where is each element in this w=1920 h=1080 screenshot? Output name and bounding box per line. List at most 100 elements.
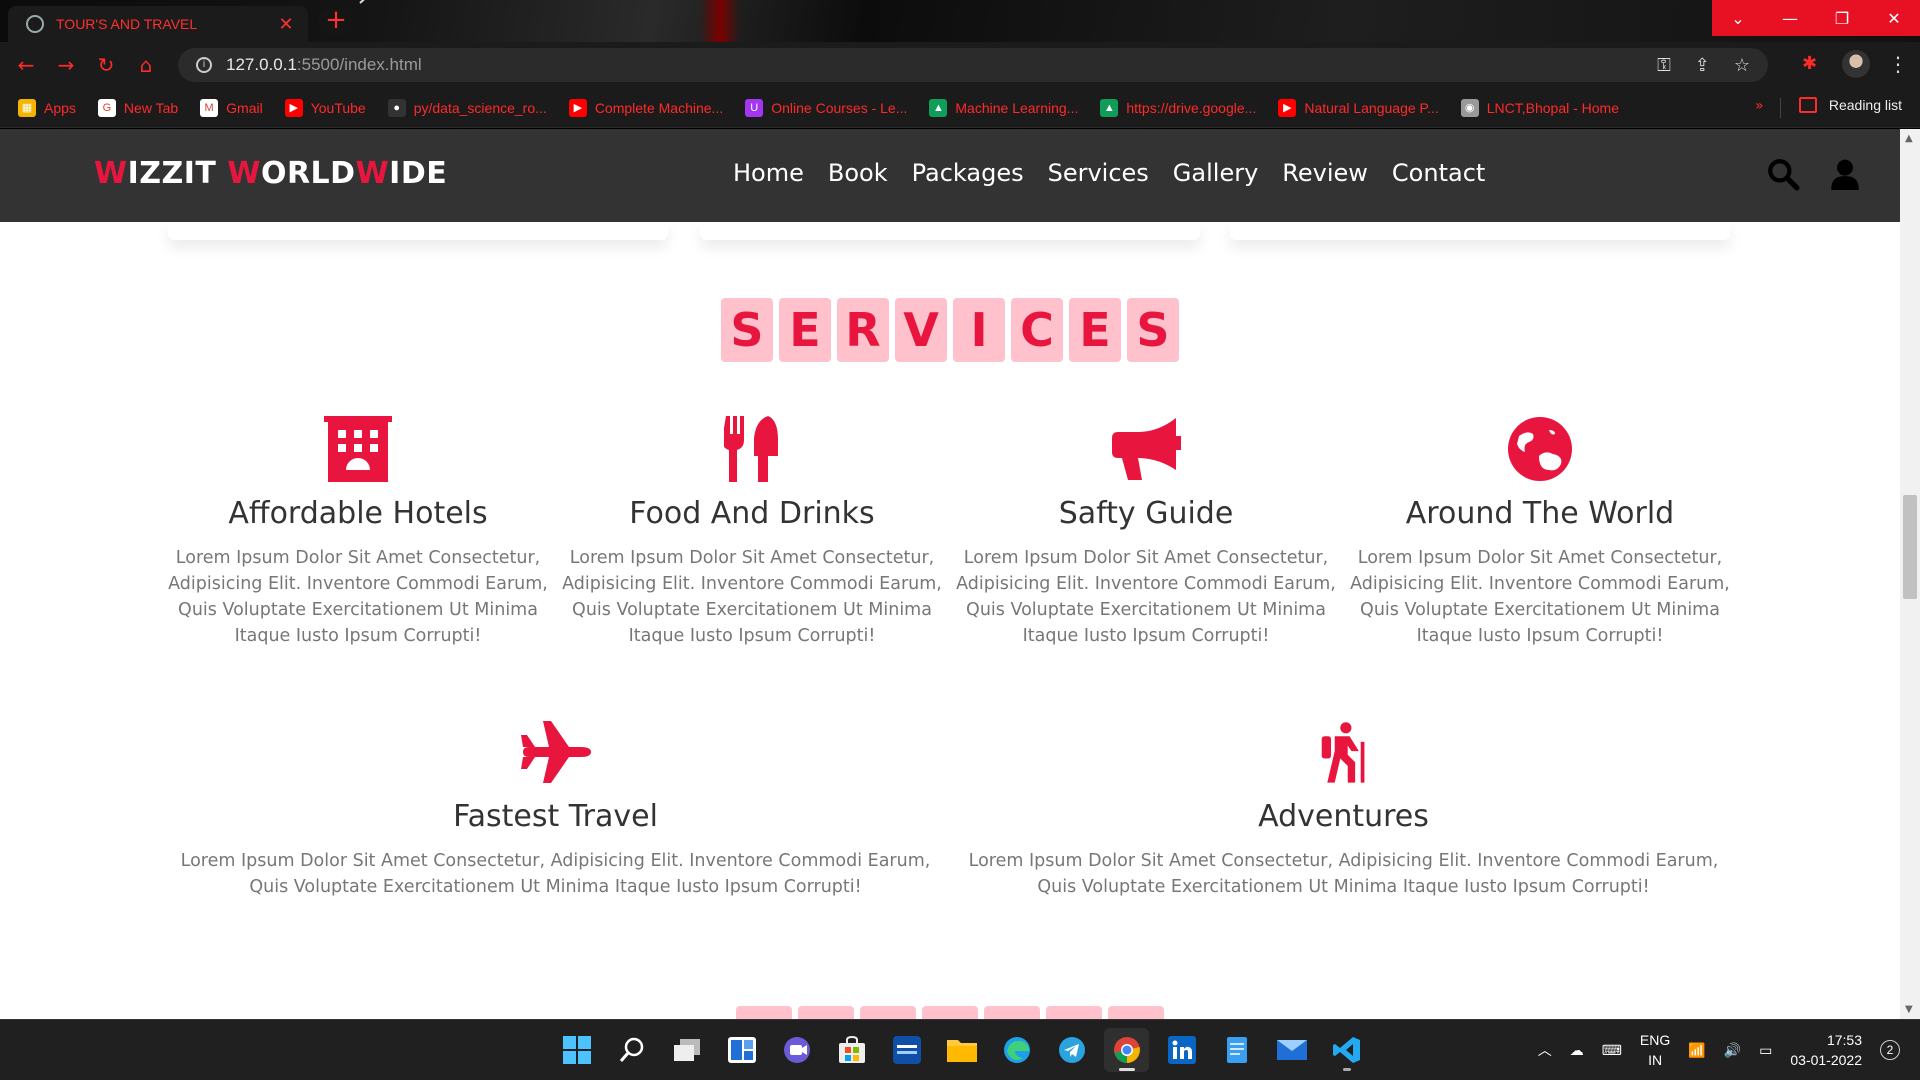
share-icon[interactable]: ⇪ <box>1695 55 1710 76</box>
next-heading-letter-box <box>736 1006 792 1019</box>
bookmark-item[interactable]: ● py/data_science_ro... <box>387 98 547 117</box>
bookmark-item[interactable]: ◉ LNCT,Bhopal - Home <box>1460 98 1619 117</box>
linkedin-button[interactable] <box>1159 1028 1204 1072</box>
nav-link-contact[interactable]: Contact <box>1392 159 1485 187</box>
nav-link-book[interactable]: Book <box>828 159 888 187</box>
new-tab-button[interactable]: + <box>318 6 354 36</box>
reading-list-button[interactable]: Reading list <box>1798 97 1902 113</box>
heading-letter: S <box>721 298 773 362</box>
widgets-icon <box>727 1037 756 1063</box>
bookmark-item[interactable]: G New Tab <box>97 98 178 117</box>
mail-button[interactable] <box>1269 1028 1314 1072</box>
url-path: :5500/index.html <box>296 55 422 74</box>
udemy-icon: U <box>745 98 764 117</box>
hiking-icon <box>956 715 1731 785</box>
key-icon[interactable]: ⚿ <box>1657 55 1671 76</box>
battery-icon[interactable]: ▭ <box>1759 1042 1772 1059</box>
scroll-up-arrow-icon[interactable]: ▲ <box>1905 133 1913 144</box>
volume-icon[interactable]: 🔊 <box>1724 1042 1741 1059</box>
clock-date: 03-01-2022 <box>1790 1052 1862 1068</box>
logo-letter: W <box>94 156 128 191</box>
bookmark-item[interactable]: ▲ Machine Learning... <box>929 98 1078 117</box>
windows-taskbar: ︿ ☁ ⌨ ENG IN 📶 🔊 ▭ 17:53 03-01-2022 2 <box>0 1019 1920 1080</box>
url-text[interactable]: 127.0.0.1:5500/index.html <box>226 55 422 75</box>
bookmark-item[interactable]: U Online Courses - Le... <box>745 98 907 117</box>
task-view-button[interactable] <box>664 1028 709 1072</box>
tab-close-icon[interactable]: ✕ <box>274 14 298 35</box>
drive-icon: ▲ <box>1100 98 1119 117</box>
edge-button[interactable] <box>994 1028 1039 1072</box>
site-info-icon[interactable]: i <box>196 57 212 73</box>
address-bar[interactable]: i 127.0.0.1:5500/index.html ⚿ ⇪ ☆ <box>178 48 1768 82</box>
store-icon <box>838 1035 865 1063</box>
file-explorer-button[interactable] <box>939 1028 984 1072</box>
start-button[interactable] <box>554 1028 599 1072</box>
search-button[interactable] <box>609 1028 654 1072</box>
nav-link-home[interactable]: Home <box>733 159 804 187</box>
back-arrow-icon[interactable]: ← <box>6 53 46 77</box>
keyboard-icon[interactable]: ⌨ <box>1602 1042 1622 1059</box>
restore-button[interactable]: ❐ <box>1816 0 1868 36</box>
close-window-button[interactable]: ✕ <box>1868 0 1920 36</box>
tab-search-icon[interactable]: ⌄ <box>1712 0 1764 36</box>
more-bookmarks-chevron-icon[interactable]: » <box>1755 98 1764 114</box>
reload-icon[interactable]: ↻ <box>86 53 126 77</box>
service-description: Lorem Ipsum Dolor Sit Amet Consectetur, … <box>562 548 942 646</box>
site-header: WIZZIT WORLDWIDE Home Book Packages Service… <box>0 129 1900 222</box>
next-heading-letter-box <box>922 1006 978 1019</box>
microsoft-store-button[interactable] <box>829 1028 874 1072</box>
bookmark-item[interactable]: M Gmail <box>200 98 263 117</box>
logo-letter: W <box>355 156 390 191</box>
teams-chat-button[interactable] <box>774 1028 819 1072</box>
notification-badge[interactable]: 2 <box>1880 1040 1900 1060</box>
forward-arrow-icon[interactable]: → <box>46 53 86 77</box>
clock[interactable]: 17:53 03-01-2022 <box>1790 1030 1862 1070</box>
widgets-button[interactable] <box>719 1028 764 1072</box>
puzzle-extension-icon[interactable]: ✱ <box>1802 53 1824 75</box>
scroll-down-arrow-icon[interactable]: ▼ <box>1905 1004 1913 1015</box>
wallpaper-line <box>359 0 421 4</box>
service-card-guide: Safty Guide Lorem Ipsum Dolor Sit Amet C… <box>956 412 1336 649</box>
bookmark-item[interactable]: ▶ Complete Machine... <box>568 98 723 117</box>
wifi-icon[interactable]: 📶 <box>1688 1042 1705 1059</box>
bookmark-item[interactable]: ▦ Apps <box>18 98 76 117</box>
chrome-button[interactable] <box>1104 1028 1149 1072</box>
heading-letter: E <box>1069 298 1121 362</box>
nav-link-services[interactable]: Services <box>1048 159 1149 187</box>
site-logo[interactable]: WIZZIT WORLDWIDE <box>94 156 447 191</box>
page-scrollbar[interactable]: ▲ ▼ <box>1900 129 1920 1019</box>
bookmark-item[interactable]: ▶ YouTube <box>284 98 366 117</box>
browser-tab[interactable]: TOUR'S AND TRAVEL ✕ <box>8 6 308 42</box>
hotel-icon <box>168 412 548 482</box>
service-card-world: Around The World Lorem Ipsum Dolor Sit A… <box>1350 412 1730 649</box>
onedrive-cloud-icon[interactable]: ☁ <box>1570 1042 1584 1059</box>
page-viewport: WIZZIT WORLDWIDE Home Book Packages Service… <box>0 129 1920 1019</box>
telegram-button[interactable] <box>1049 1028 1094 1072</box>
nav-link-gallery[interactable]: Gallery <box>1173 159 1258 187</box>
home-icon[interactable]: ⌂ <box>126 53 166 77</box>
minimize-button[interactable]: — <box>1764 0 1816 36</box>
bookmark-star-icon[interactable]: ☆ <box>1734 55 1750 76</box>
utensils-icon <box>562 412 942 482</box>
user-icon[interactable] <box>1828 157 1862 191</box>
prime-video-button[interactable] <box>884 1028 929 1072</box>
show-hidden-icons-chevron-icon[interactable]: ︿ <box>1538 1040 1552 1060</box>
bookmark-item[interactable]: ▶ Natural Language P... <box>1278 98 1439 117</box>
bookmarks-divider <box>1780 98 1781 118</box>
bookmark-item[interactable]: ▲ https://drive.google... <box>1100 98 1256 117</box>
nav-link-review[interactable]: Review <box>1282 159 1368 187</box>
profile-avatar[interactable] <box>1842 50 1870 78</box>
chat-icon <box>783 1037 810 1063</box>
logo-letter: W <box>227 156 261 191</box>
header-icons <box>1766 157 1862 191</box>
vscode-button[interactable] <box>1324 1028 1369 1072</box>
language-indicator[interactable]: ENG IN <box>1640 1030 1670 1070</box>
notepad-button[interactable] <box>1214 1028 1259 1072</box>
heading-letter: V <box>895 298 947 362</box>
bullhorn-icon <box>956 412 1336 482</box>
scrollbar-thumb[interactable] <box>1903 495 1917 599</box>
search-icon[interactable] <box>1766 157 1800 191</box>
nav-link-packages[interactable]: Packages <box>912 159 1024 187</box>
service-card-adventures: Adventures Lorem Ipsum Dolor Sit Amet Co… <box>956 715 1731 900</box>
menu-dots-icon[interactable]: ⋮ <box>1888 52 1908 76</box>
